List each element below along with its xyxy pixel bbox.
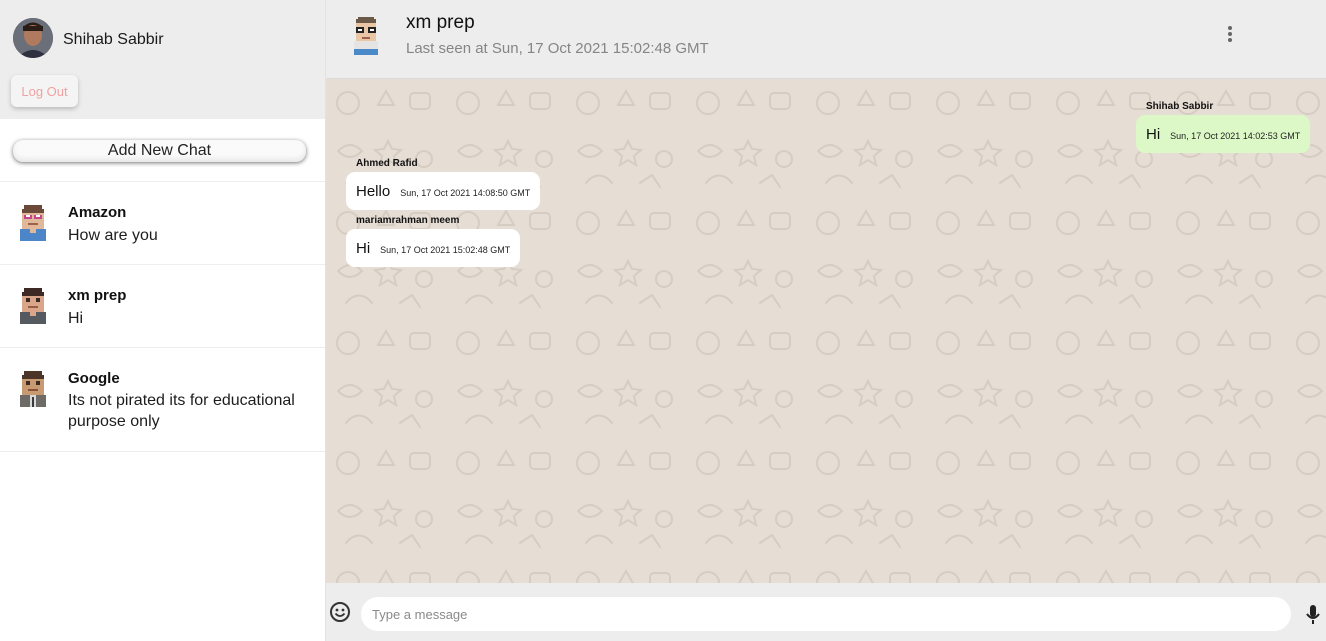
message-timestamp: Sun, 17 Oct 2021 14:08:50 GMT [400, 188, 531, 198]
last-seen-status: Last seen at Sun, 17 Oct 2021 15:02:48 G… [406, 40, 709, 57]
message-timestamp: Sun, 17 Oct 2021 15:02:48 GMT [380, 245, 511, 255]
message-text: Hello [356, 183, 391, 200]
message-bubble: Hi Sun, 17 Oct 2021 14:02:53 GMT [1136, 115, 1311, 153]
chat-header: xm prep Last seen at Sun, 17 Oct 2021 15… [326, 0, 1326, 79]
chat-name: Amazon [68, 204, 127, 221]
chat-list-item-xm-prep[interactable]: xm prep Hi [0, 265, 325, 348]
chat-name: xm prep [68, 287, 127, 304]
message-own: Shihab Sabbir Hi Sun, 17 Oct 2021 14:02:… [1136, 101, 1311, 153]
message-sender: Shihab Sabbir [1146, 101, 1214, 112]
user-name: Shihab Sabbir [63, 31, 164, 48]
add-chat-section: Add New Chat [0, 119, 325, 182]
chat-list-item-amazon[interactable]: Amazon How are you [0, 182, 325, 265]
sidebar-header: Shihab Sabbir Log Out [0, 0, 325, 119]
message-sender: Ahmed Rafid [356, 158, 418, 169]
message-composer [326, 583, 1326, 641]
user-avatar[interactable] [13, 18, 53, 58]
message-incoming: Ahmed Rafid Hello Sun, 17 Oct 2021 14:08… [346, 158, 541, 210]
mic-icon[interactable] [1303, 603, 1323, 627]
message-timestamp: Sun, 17 Oct 2021 14:02:53 GMT [1170, 131, 1301, 141]
chat-list-item-google[interactable]: Google Its not pirated its for education… [0, 348, 325, 452]
message-incoming: mariamrahman meem Hi Sun, 17 Oct 2021 15… [346, 215, 521, 267]
chat-last-message: Hi [68, 310, 84, 327]
contact-name: xm prep [406, 12, 475, 33]
contact-avatar[interactable] [350, 15, 382, 55]
chat-wallpaper-pattern [326, 79, 1326, 583]
message-input[interactable] [361, 597, 1291, 631]
pixel-avatar-glasses-icon [16, 203, 50, 241]
add-new-chat-button[interactable]: Add New Chat [13, 140, 306, 162]
message-sender: mariamrahman meem [356, 215, 460, 226]
chat-panel: xm prep Last seen at Sun, 17 Oct 2021 15… [326, 0, 1326, 641]
message-list: Shihab Sabbir Hi Sun, 17 Oct 2021 14:02:… [326, 79, 1326, 583]
message-bubble: Hi Sun, 17 Oct 2021 15:02:48 GMT [346, 229, 521, 267]
chat-last-message: Its not pirated its for educational purp… [68, 392, 295, 430]
message-text: Hi [356, 240, 371, 257]
more-vertical-icon[interactable] [1218, 22, 1242, 46]
pixel-avatar-icon [16, 286, 50, 324]
logout-button[interactable]: Log Out [11, 75, 78, 107]
chat-last-message: How are you [68, 227, 158, 244]
pixel-avatar-tie-icon [16, 369, 50, 407]
message-text: Hi [1146, 126, 1161, 143]
chat-name: Google [68, 370, 120, 387]
emoji-icon[interactable] [329, 601, 351, 623]
message-bubble: Hello Sun, 17 Oct 2021 14:08:50 GMT [346, 172, 541, 210]
sidebar: Shihab Sabbir Log Out Add New Chat Amazo… [0, 0, 326, 641]
